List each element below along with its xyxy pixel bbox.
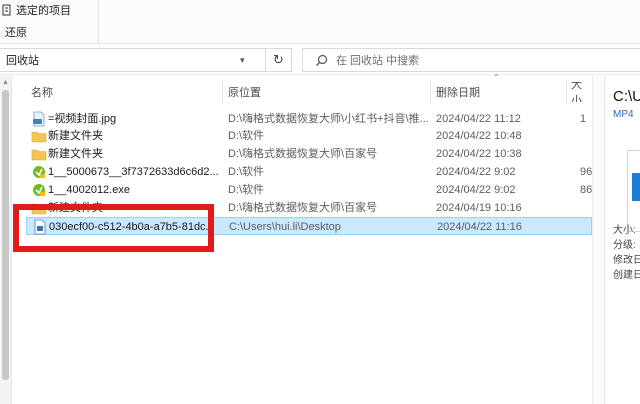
address-bar[interactable]: 回收站 ▾	[0, 48, 266, 72]
navigation-pane: ▲	[0, 76, 12, 404]
column-header-size[interactable]: 大小	[571, 82, 591, 102]
file-name: 新建文件夹	[48, 148, 103, 160]
preview-pane: C:\U MP4 大小: 分级: 修改日 创建日	[604, 76, 640, 404]
highlight-box	[13, 204, 214, 252]
file-date-deleted: 2024/04/19 10:16	[436, 202, 522, 214]
refresh-button[interactable]: ↻	[266, 48, 292, 72]
nav-scrollbar-thumb[interactable]	[2, 90, 9, 380]
file-row[interactable]: 新建文件夹 D:\软件 2024/04/22 10:48	[26, 127, 592, 145]
file-name: 1__4002012.exe	[48, 184, 130, 196]
ribbon: 选定的项目 还原	[0, 0, 640, 44]
file-name: 新建文件夹	[48, 130, 103, 142]
preview-meta-created: 创建日	[613, 270, 640, 281]
select-items-button[interactable]: 选定的项目	[0, 1, 71, 19]
refresh-icon: ↻	[273, 52, 284, 67]
preview-meta-rating: 分级:	[613, 240, 636, 251]
select-items-label: 选定的项目	[16, 5, 71, 17]
file-row[interactable]: =视频封面.jpg D:\嗨格式数据恢复大师\小红书+抖音\推... 2024/04…	[26, 110, 592, 128]
video-thumbnail-icon	[632, 173, 640, 201]
file-row[interactable]: 1__4002012.exe D:\软件 2024/04/22 9:02 86	[26, 181, 592, 199]
file-original-location: D:\软件	[228, 184, 265, 196]
file-date-deleted: 2024/04/22 9:02	[436, 184, 516, 196]
column-header-date-deleted[interactable]: 删除日期	[436, 82, 560, 102]
preview-title: C:\U	[613, 88, 640, 105]
file-original-location: D:\软件	[228, 166, 265, 178]
folder-icon	[31, 128, 47, 144]
address-location: 回收站	[6, 55, 39, 67]
file-date-deleted: 2024/04/22 10:38	[436, 148, 522, 160]
column-divider[interactable]	[222, 80, 223, 104]
file-original-location: D:\嗨格式数据恢复大师\小红书+抖音\推...	[228, 113, 429, 125]
chevron-down-icon[interactable]: ▾	[240, 54, 250, 66]
file-original-location: D:\嗨格式数据恢复大师\百家号	[228, 148, 378, 160]
preview-meta-size: 大小:	[613, 225, 636, 236]
file-date-deleted: 2024/04/22 10:48	[436, 130, 522, 142]
search-placeholder: 在 回收站 中搜索	[336, 55, 420, 67]
select-icon	[2, 4, 11, 16]
file-original-location: D:\软件	[228, 130, 265, 142]
file-row[interactable]: 新建文件夹 D:\嗨格式数据恢复大师\百家号 2024/04/22 10:38	[26, 145, 592, 163]
search-input[interactable]: 在 回收站 中搜索	[302, 48, 640, 72]
file-date-deleted: 2024/04/22 11:16	[437, 221, 522, 233]
search-icon	[316, 54, 328, 66]
file-row[interactable]: 1__5000673__3f7372633d6c6d2... D:\软件 2024/…	[26, 163, 592, 181]
file-date-deleted: 2024/04/22 11:12	[436, 113, 521, 125]
file-date-deleted: 2024/04/22 9:02	[436, 166, 516, 178]
scroll-up-icon[interactable]: ▲	[2, 79, 9, 86]
column-divider[interactable]	[566, 80, 567, 104]
preview-file-type: MP4	[613, 109, 634, 120]
restore-button[interactable]: 还原	[5, 24, 27, 40]
column-divider[interactable]	[430, 80, 431, 104]
preview-thumbnail	[627, 150, 640, 232]
file-name: =视频封面.jpg	[48, 113, 117, 125]
address-row: 回收站 ▾ ↻ 在 回收站 中搜索	[0, 45, 640, 75]
folder-icon	[31, 146, 47, 162]
column-header-original-location[interactable]: 原位置	[228, 82, 428, 102]
sort-up-icon: ⌃	[493, 73, 500, 82]
jpg-file-icon	[31, 111, 47, 127]
preview-meta-modified: 修改日	[613, 255, 640, 266]
file-original-location: C:\Users\hui.li\Desktop	[229, 221, 341, 233]
installer-icon	[31, 164, 47, 180]
file-name: 1__5000673__3f7372633d6c6d2...	[48, 166, 219, 178]
column-header-name[interactable]: 名称	[31, 82, 221, 102]
installer-icon	[31, 182, 47, 198]
file-original-location: D:\嗨格式数据恢复大师\百家号	[228, 202, 378, 214]
file-list-scrollbar[interactable]	[592, 76, 604, 404]
ribbon-separator	[98, 0, 99, 44]
